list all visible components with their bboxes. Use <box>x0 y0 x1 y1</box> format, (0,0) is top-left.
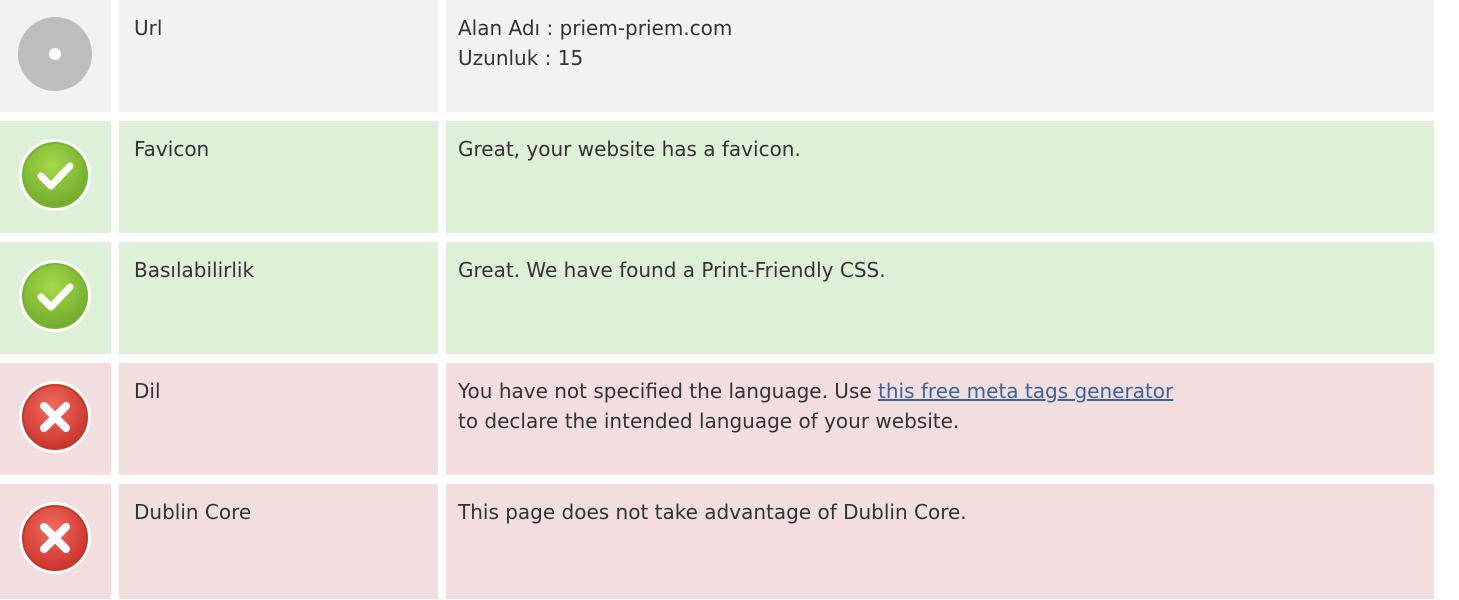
row-value: Alan Adı : priem-priem.com Uzunluk : 15 <box>446 0 1434 112</box>
report-row-language: Dil You have not specified the language.… <box>0 363 1434 475</box>
row-label-text: Basılabilirlik <box>134 258 255 282</box>
meta-tags-generator-link[interactable]: this free meta tags generator <box>878 379 1173 403</box>
status-cell <box>0 121 111 233</box>
domain-name-text: Alan Adı : priem-priem.com <box>458 16 733 40</box>
row-label-text: Favicon <box>134 137 210 161</box>
status-cell <box>0 0 111 112</box>
row-label-text: Dublin Core <box>134 500 252 524</box>
row-label: Url <box>119 0 438 112</box>
row-value-text: This page does not take advantage of Dub… <box>458 500 967 524</box>
row-label: Basılabilirlik <box>119 242 438 354</box>
status-cell <box>0 242 111 354</box>
row-value: This page does not take advantage of Dub… <box>446 484 1434 599</box>
row-value: You have not specified the language. Use… <box>446 363 1434 475</box>
row-value: Great, your website has a favicon. <box>446 121 1434 233</box>
domain-length-text: Uzunluk : 15 <box>458 46 584 70</box>
row-label: Favicon <box>119 121 438 233</box>
status-cell <box>0 363 111 475</box>
cross-circle-icon <box>17 379 93 455</box>
row-label-text: Dil <box>134 379 161 403</box>
report-row-printability: Basılabilirlik Great. We have found a Pr… <box>0 242 1434 354</box>
row-value-text-continued: to declare the intended language of your… <box>458 409 960 433</box>
row-label-text: Url <box>134 16 163 40</box>
row-label: Dublin Core <box>119 484 438 599</box>
status-cell <box>0 484 111 599</box>
report-row-favicon: Favicon Great, your website has a favico… <box>0 121 1434 233</box>
report-row-url: Url Alan Adı : priem-priem.com Uzunluk :… <box>0 0 1434 112</box>
row-value-text: Great. We have found a Print-Friendly CS… <box>458 258 886 282</box>
cross-circle-icon <box>17 500 93 576</box>
check-circle-icon <box>17 258 93 334</box>
row-value-text: Great, your website has a favicon. <box>458 137 801 161</box>
neutral-circle-icon <box>17 16 93 92</box>
row-label: Dil <box>119 363 438 475</box>
row-value-text: You have not specified the language. Use <box>458 379 879 403</box>
row-value: Great. We have found a Print-Friendly CS… <box>446 242 1434 354</box>
report-row-dublin-core: Dublin Core This page does not take adva… <box>0 484 1434 599</box>
seo-report-table: Url Alan Adı : priem-priem.com Uzunluk :… <box>0 0 1434 599</box>
check-circle-icon <box>17 137 93 213</box>
